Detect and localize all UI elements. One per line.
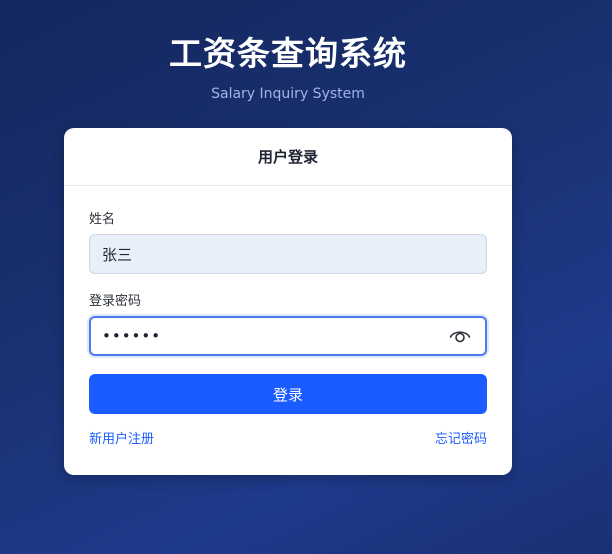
password-input[interactable]: •••••• xyxy=(89,316,487,356)
forgot-password-link[interactable]: 忘记密码 xyxy=(435,431,487,449)
name-label: 姓名 xyxy=(89,212,116,227)
name-input[interactable]: 张三 xyxy=(89,234,487,274)
password-label: 登录密码 xyxy=(89,294,142,309)
login-card-title: 用户登录 xyxy=(64,128,512,186)
name-input-value: 张三 xyxy=(102,245,133,264)
password-input-value: •••••• xyxy=(102,327,162,345)
login-button[interactable]: 登录 xyxy=(89,374,487,414)
register-link[interactable]: 新用户注册 xyxy=(89,431,154,449)
app-title: 工资条查询系统 xyxy=(169,34,407,73)
eye-icon[interactable] xyxy=(449,328,471,344)
app-subtitle: Salary Inquiry System xyxy=(211,86,365,102)
login-card: 用户登录 姓名 张三 登录密码 •••••• 登录 新用户注册 忘记密码 xyxy=(64,128,512,475)
